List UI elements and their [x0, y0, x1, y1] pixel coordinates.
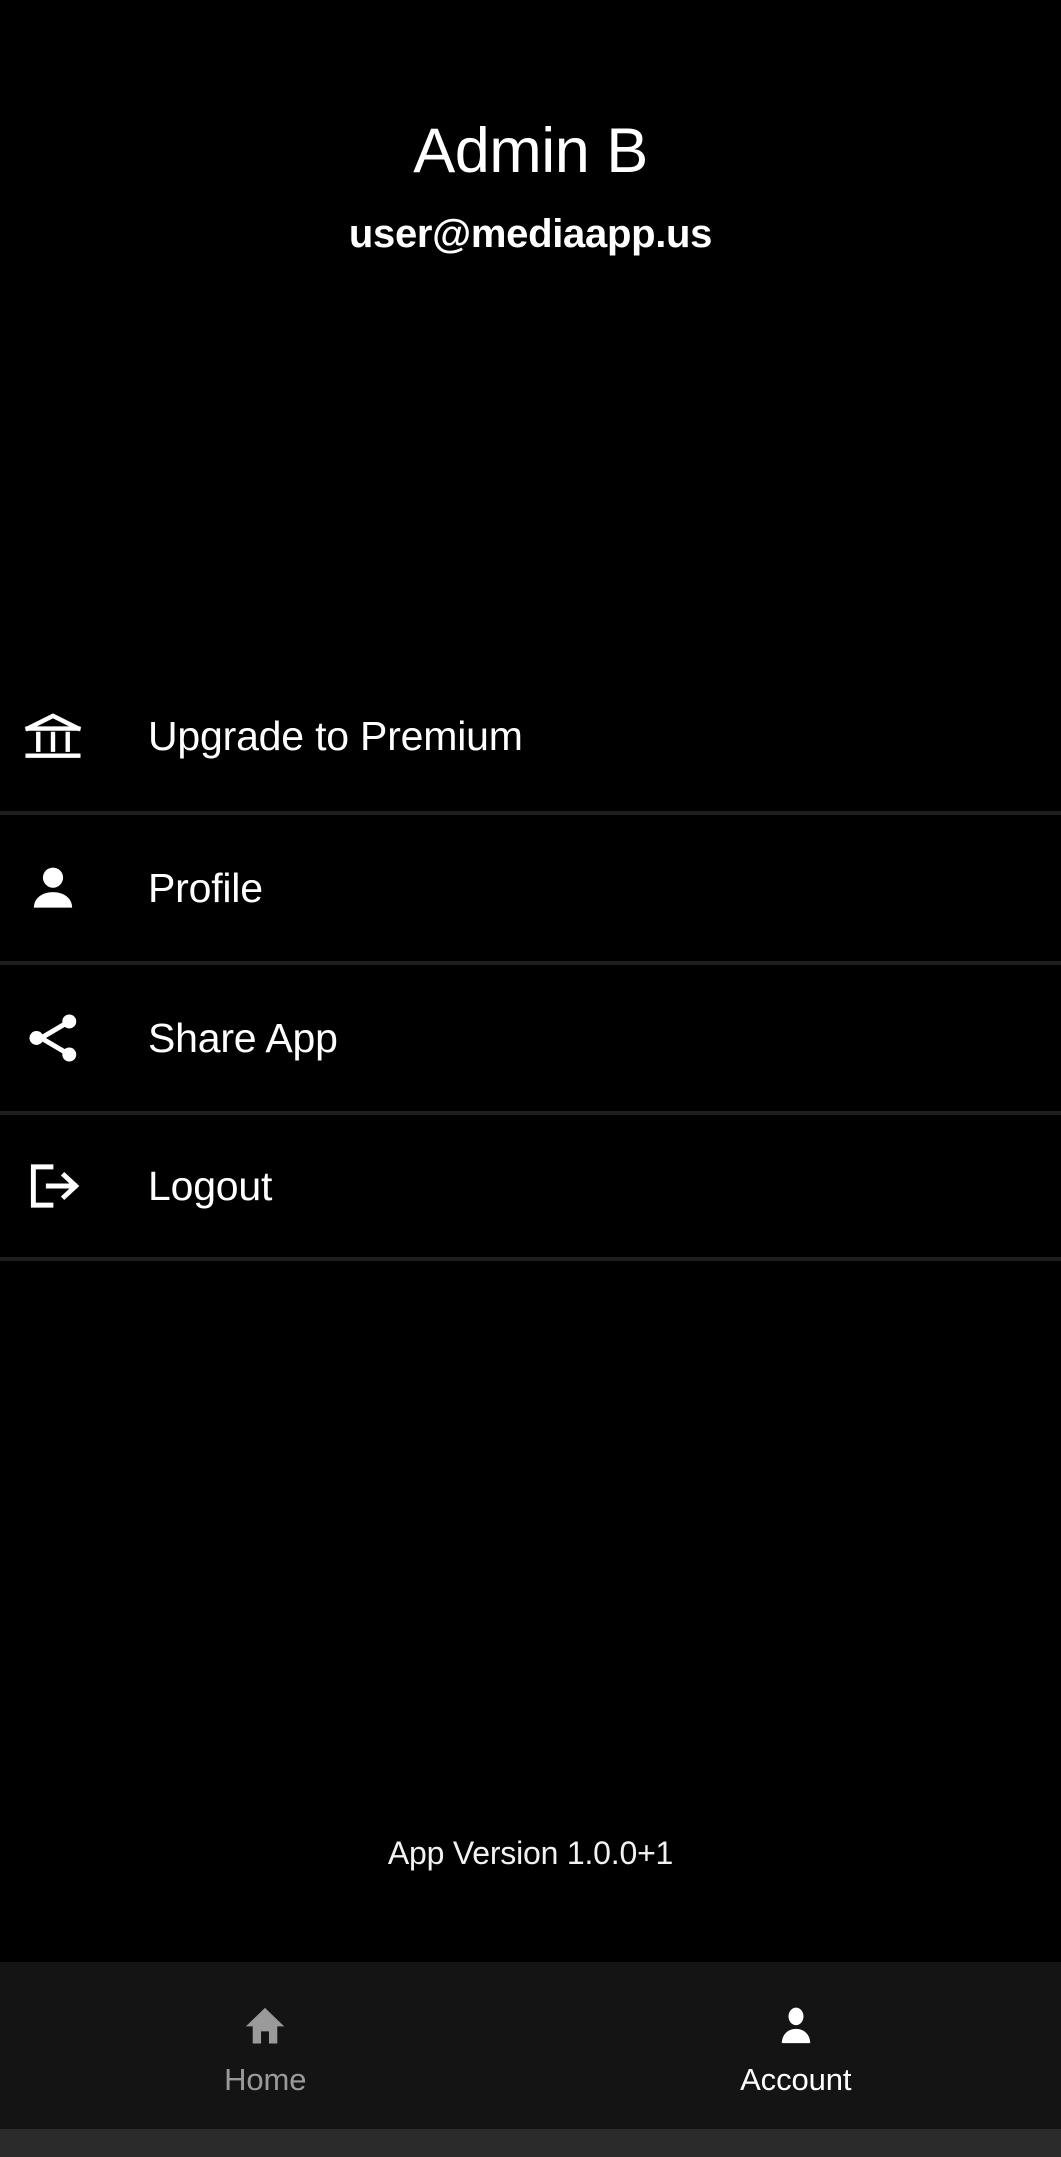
menu-item-label: Upgrade to Premium	[148, 712, 523, 759]
system-navigation-bar	[0, 2129, 1061, 2157]
share-icon	[22, 1007, 84, 1069]
account-header: Admin B user@mediaapp.us	[0, 0, 1061, 257]
nav-item-home[interactable]: Home	[0, 1962, 531, 2129]
person-icon	[771, 1997, 821, 2051]
menu-item-share-app[interactable]: Share App	[0, 961, 1061, 1111]
account-menu-list: Upgrade to Premium Profile Share App Log…	[0, 661, 1061, 1261]
menu-item-profile[interactable]: Profile	[0, 811, 1061, 961]
account-screen: Admin B user@mediaapp.us Upgrade to Prem…	[0, 0, 1061, 2157]
home-icon	[240, 1997, 290, 2051]
bottom-navigation-bar: Home Account	[0, 1962, 1061, 2129]
page-title: Admin B	[413, 116, 648, 186]
menu-item-label: Share App	[148, 1014, 338, 1061]
logout-icon	[22, 1155, 84, 1217]
menu-item-label: Logout	[148, 1162, 273, 1209]
bank-icon	[22, 705, 84, 767]
menu-item-upgrade-to-premium[interactable]: Upgrade to Premium	[0, 661, 1061, 811]
account-email: user@mediaapp.us	[348, 212, 713, 257]
menu-item-label: Profile	[148, 864, 263, 911]
nav-item-account[interactable]: Account	[531, 1962, 1061, 2129]
person-icon	[22, 857, 84, 919]
nav-item-label: Home	[224, 2061, 307, 2097]
app-version-text: App Version 1.0.0+1	[387, 1835, 674, 1871]
nav-item-label: Account	[740, 2061, 852, 2097]
menu-item-logout[interactable]: Logout	[0, 1111, 1061, 1261]
